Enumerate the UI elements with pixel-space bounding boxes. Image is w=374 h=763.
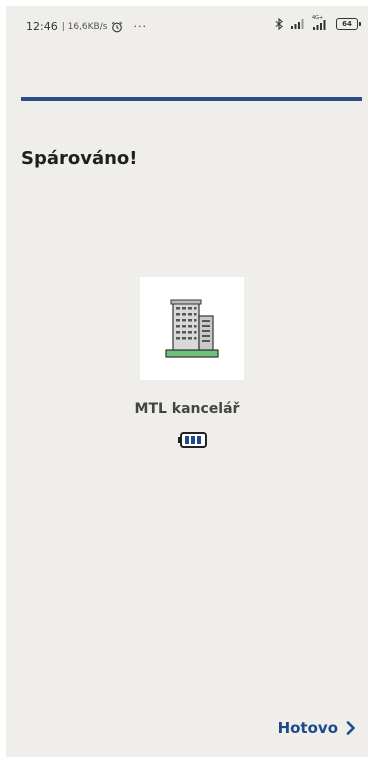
progress-line — [21, 97, 362, 101]
device-name: MTL kancelář — [134, 401, 240, 417]
device-tile — [140, 277, 244, 380]
battery-level: 64 — [342, 20, 352, 28]
app-screen: 12:46 | 16,6KB/s ··· 4G+ 64 Spárováno! M… — [6, 6, 368, 757]
more-notifications-icon: ··· — [133, 20, 147, 33]
status-bar: 12:46 | 16,6KB/s ··· 4G+ 64 — [6, 6, 368, 44]
battery-status-icon: 64 — [336, 18, 361, 30]
bluetooth-icon — [275, 18, 283, 30]
status-right: 4G+ 64 — [275, 15, 361, 30]
office-building-icon — [165, 299, 219, 358]
signal-icon — [291, 19, 304, 29]
alarm-icon — [112, 21, 123, 32]
status-time: 12:46 — [26, 20, 58, 33]
status-left: 12:46 | 16,6KB/s ··· — [26, 20, 147, 33]
done-label: Hotovo — [277, 719, 338, 737]
battery-full-icon — [178, 432, 208, 453]
page-title: Spárováno! — [21, 148, 138, 169]
signal-4g-icon: 4G+ — [312, 15, 329, 30]
network-speed: | 16,6KB/s — [61, 21, 108, 32]
chevron-right-icon — [346, 721, 355, 735]
done-button[interactable]: Hotovo — [278, 719, 356, 737]
network-speed-value: 16,6KB/s — [67, 21, 108, 32]
